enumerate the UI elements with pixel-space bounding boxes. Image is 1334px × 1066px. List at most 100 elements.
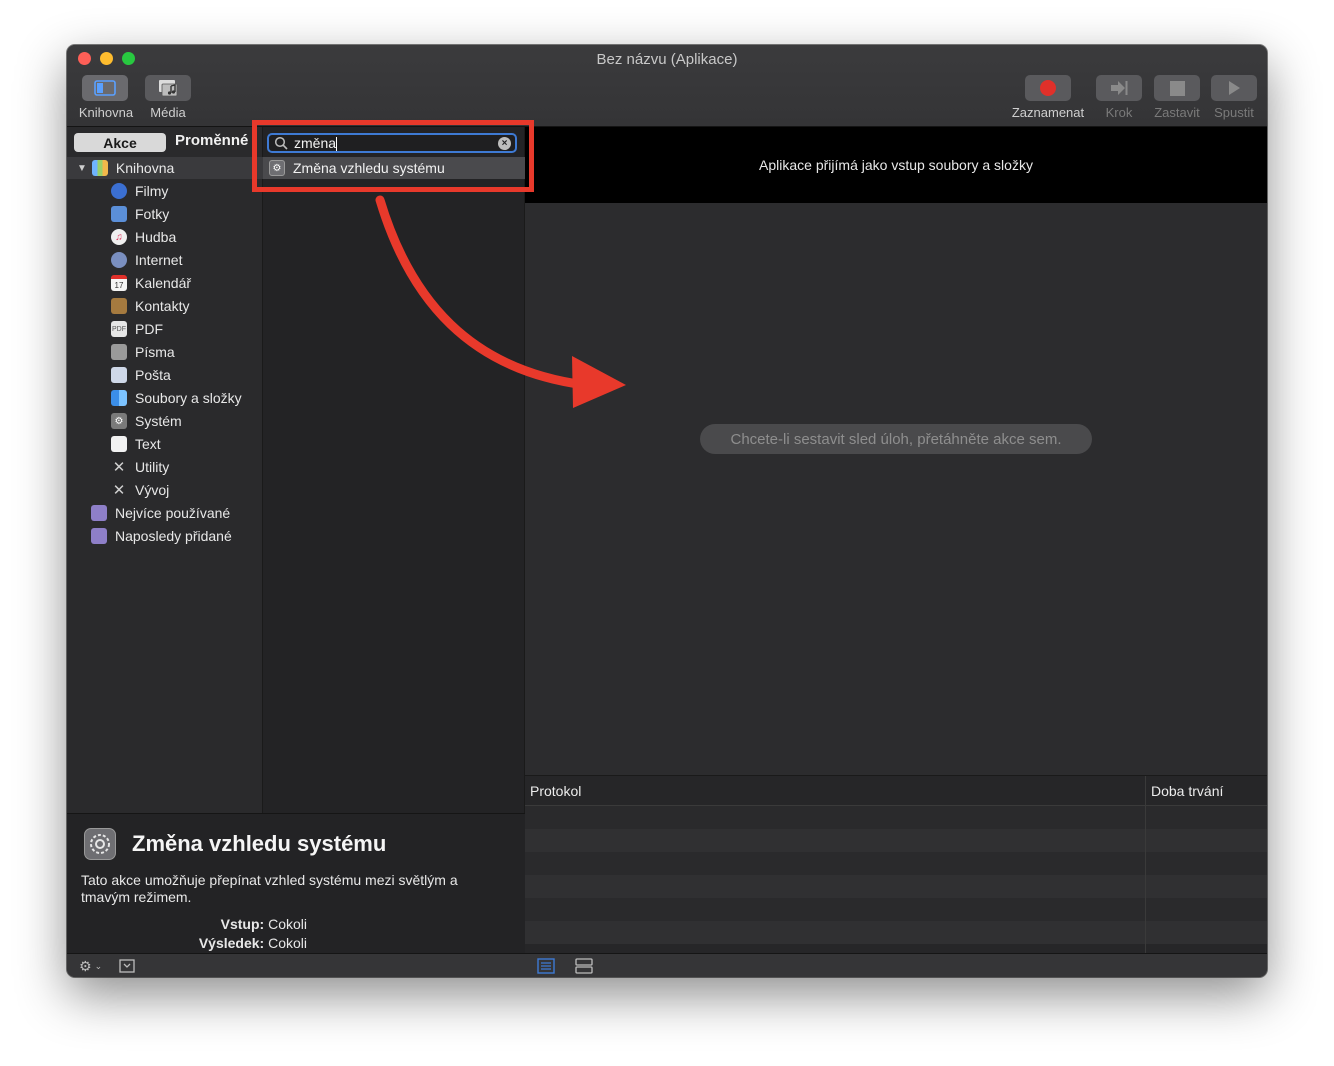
run-button[interactable] xyxy=(1211,75,1257,101)
record-label: Zaznamenat xyxy=(1011,105,1085,120)
system-preferences-icon: ⚙ xyxy=(269,160,285,176)
toggle-description-button[interactable] xyxy=(119,958,135,974)
sidebar-item-label: Písma xyxy=(135,344,175,360)
sidebar-item-recently-added[interactable]: Naposledy přidané xyxy=(91,525,232,547)
sidebar-item-text[interactable]: Text xyxy=(111,433,161,455)
developer-icon: ✕ xyxy=(112,482,126,499)
sidebar-item-pisma[interactable]: Písma xyxy=(111,341,175,363)
record-icon xyxy=(1040,80,1056,96)
text-cursor xyxy=(336,137,338,152)
sidebar-item-label: Systém xyxy=(135,413,182,429)
sidebar-item-soubory[interactable]: Soubory a složky xyxy=(111,387,242,409)
automator-window: Bez názvu (Aplikace) Knihovna Média Zazn… xyxy=(67,45,1267,977)
window-title: Bez názvu (Aplikace) xyxy=(596,51,738,68)
internet-icon xyxy=(111,252,127,268)
sidebar-item-internet[interactable]: Internet xyxy=(111,249,182,271)
library-books-icon xyxy=(91,160,108,176)
output-value: Cokoli xyxy=(268,935,307,951)
photos-icon xyxy=(111,206,127,222)
sidebar-item-hudba[interactable]: ♫ Hudba xyxy=(111,226,176,248)
smart-folder-icon xyxy=(91,505,107,521)
mail-icon xyxy=(111,367,127,383)
record-button[interactable] xyxy=(1025,75,1071,101)
log-row xyxy=(525,875,1267,898)
play-icon xyxy=(1229,81,1240,95)
log-row xyxy=(525,829,1267,852)
action-description-panel: Změna vzhledu systému Tato akce umožňuje… xyxy=(67,813,525,953)
list-view-icon xyxy=(537,958,555,974)
log-header: Protokol Doba trvání xyxy=(525,776,1267,806)
sidebar-item-label: Kontakty xyxy=(135,298,190,314)
search-result-item[interactable]: ⚙ Změna vzhledu systému xyxy=(263,157,525,179)
list-view-button[interactable] xyxy=(537,958,555,974)
action-menu-button[interactable]: ⚙ ⌄ xyxy=(79,958,102,974)
workflow-input-banner: Aplikace přijímá jako vstup soubory a sl… xyxy=(525,127,1267,203)
fonts-icon xyxy=(111,344,127,360)
search-result-label: Změna vzhledu systému xyxy=(293,160,445,176)
description-title: Změna vzhledu systému xyxy=(132,831,387,856)
sidebar-item-vyvoj[interactable]: ✕ Vývoj xyxy=(111,479,170,501)
split-view-button[interactable] xyxy=(575,958,593,974)
column-divider[interactable] xyxy=(1145,776,1146,954)
film-icon xyxy=(111,183,127,199)
workflow-empty-hint: Chcete-li sestavit sled úloh, přetáhněte… xyxy=(700,424,1092,454)
run-label: Spustit xyxy=(1214,105,1254,120)
stop-label: Zastavit xyxy=(1154,105,1200,120)
step-label: Krok xyxy=(1105,105,1133,120)
sidebar-item-filmy[interactable]: Filmy xyxy=(111,180,168,202)
smart-folder-icon xyxy=(91,528,107,544)
gear-icon: ⚙ xyxy=(79,957,92,974)
sidebar-item-label: Text xyxy=(135,436,161,452)
library-root-item[interactable]: ▼ Knihovna xyxy=(67,157,263,179)
calendar-icon: 17 xyxy=(111,275,127,291)
media-button[interactable] xyxy=(145,75,191,101)
sidebar-item-label: Nejvíce používané xyxy=(115,505,231,521)
media-label: Média xyxy=(150,105,186,120)
chevron-down-icon: ⌄ xyxy=(94,960,103,971)
library-root-label: Knihovna xyxy=(115,160,175,176)
sidebar-icon xyxy=(94,80,116,96)
column-header-protocol[interactable]: Protokol xyxy=(530,783,581,799)
workflow-area[interactable]: Aplikace přijímá jako vstup soubory a sl… xyxy=(525,127,1267,775)
sidebar-item-kontakty[interactable]: Kontakty xyxy=(111,295,189,317)
log-row xyxy=(525,852,1267,875)
utility-icon: ✕ xyxy=(112,459,126,476)
media-icon xyxy=(159,80,178,97)
sidebar-item-most-used[interactable]: Nejvíce používané xyxy=(91,502,230,524)
step-button[interactable] xyxy=(1096,75,1142,101)
sidebar-item-utility[interactable]: ✕ Utility xyxy=(111,456,170,478)
input-key: Vstup: xyxy=(220,916,265,932)
disclosure-triangle-icon[interactable]: ▼ xyxy=(77,163,87,174)
log-row xyxy=(525,921,1267,944)
sidebar-item-pdf[interactable]: PDF PDF xyxy=(111,318,163,340)
library-toggle-button[interactable] xyxy=(82,75,128,101)
sidebar-item-label: Hudba xyxy=(135,229,177,245)
sidebar-item-label: Kalendář xyxy=(135,275,192,291)
sidebar-item-label: Vývoj xyxy=(135,482,170,498)
description-toggle-icon xyxy=(119,959,135,973)
sidebar-item-label: Utility xyxy=(135,459,170,475)
pdf-icon: PDF xyxy=(111,321,127,337)
tab-actions[interactable]: Akce xyxy=(74,133,166,152)
sidebar-item-fotky[interactable]: Fotky xyxy=(111,203,169,225)
search-field[interactable]: změna × xyxy=(267,133,517,153)
sidebar-item-kalendar[interactable]: 17 Kalendář xyxy=(111,272,191,294)
bottom-bar: ⚙ ⌄ xyxy=(67,953,1267,977)
sidebar-item-label: PDF xyxy=(135,321,163,337)
sidebar-item-label: Pošta xyxy=(135,367,171,383)
sidebar-item-system[interactable]: ⚙ Systém xyxy=(111,410,182,432)
description-input-row: Vstup: Cokoli xyxy=(221,916,307,932)
log-row xyxy=(525,806,1267,829)
search-input[interactable]: změna xyxy=(294,135,336,151)
actions-list-panel: změna × ⚙ Změna vzhledu systému xyxy=(263,127,525,813)
contacts-icon xyxy=(111,298,127,314)
step-icon xyxy=(1111,81,1128,95)
search-icon xyxy=(274,136,288,150)
sidebar-item-posta[interactable]: Pošta xyxy=(111,364,171,386)
clear-search-icon[interactable]: × xyxy=(498,137,511,150)
sidebar-item-label: Filmy xyxy=(135,183,169,199)
column-header-duration[interactable]: Doba trvání xyxy=(1151,783,1223,799)
title-bar: Bez názvu (Aplikace) Knihovna Média Zazn… xyxy=(67,45,1267,127)
stop-button[interactable] xyxy=(1154,75,1200,101)
tab-variables[interactable]: Proměnné xyxy=(175,132,248,149)
